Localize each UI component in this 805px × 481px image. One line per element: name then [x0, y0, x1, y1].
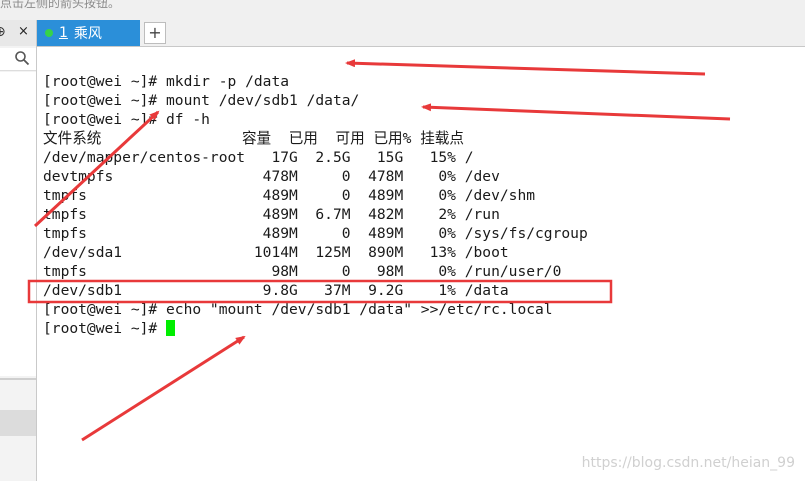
- tab-bar: 1 乘风 +: [37, 20, 805, 47]
- terminal-line: tmpfs 489M 0 489M 0% /sys/fs/cgroup: [43, 225, 588, 242]
- tab-label: 乘风: [73, 26, 102, 42]
- terminal-line: 文件系统 容量 已用 可用 已用% 挂载点: [43, 130, 464, 147]
- terminal-line: /dev/sda1 1014M 125M 890M 13% /boot: [43, 244, 509, 261]
- sidebar-header: ⊕ ×: [0, 20, 36, 46]
- terminal-screen[interactable]: [root@wei ~]# mkdir -p /data [root@wei ~…: [37, 47, 805, 481]
- terminal-line: tmpfs 489M 6.7M 482M 2% /run: [43, 206, 500, 223]
- pin-icon[interactable]: ⊕: [0, 24, 6, 40]
- tab-number: 1: [59, 25, 68, 41]
- watermark: https://blog.csdn.net/heian_99: [581, 455, 795, 471]
- new-tab-button[interactable]: +: [144, 22, 166, 44]
- sidebar-selected-item[interactable]: [0, 410, 36, 436]
- terminal-line: /dev/sdb1 9.8G 37M 9.2G 1% /data: [43, 282, 509, 299]
- session-list: [0, 72, 36, 376]
- terminal-line: [root@wei ~]# echo "mount /dev/sdb1 /dat…: [43, 301, 553, 318]
- top-hint-bar: 点击左侧的箭头按钮。: [0, 0, 805, 20]
- top-hint-text: 点击左侧的箭头按钮。: [0, 0, 121, 10]
- terminal-line: tmpfs 98M 0 98M 0% /run/user/0: [43, 263, 562, 280]
- terminal-cursor: [166, 320, 176, 336]
- prompt-text: [root@wei ~]#: [43, 320, 167, 337]
- search-icon[interactable]: [14, 50, 30, 66]
- terminal-line: devtmpfs 478M 0 478M 0% /dev: [43, 168, 500, 185]
- sidebar-search[interactable]: [0, 48, 36, 71]
- terminal-line: [root@wei ~]# mount /dev/sdb1 /data/: [43, 92, 360, 109]
- terminal-output: [root@wei ~]# mkdir -p /data [root@wei ~…: [43, 72, 588, 338]
- terminal-line: [root@wei ~]# df -h: [43, 111, 210, 128]
- terminal-prompt-line[interactable]: [root@wei ~]#: [43, 319, 588, 338]
- terminal-line: tmpfs 489M 0 489M 0% /dev/shm: [43, 187, 536, 204]
- sidebar-divider: [0, 378, 36, 380]
- terminal-line: [root@wei ~]# mkdir -p /data: [43, 73, 290, 90]
- close-icon[interactable]: ×: [18, 24, 29, 39]
- connected-status-icon: [45, 29, 53, 37]
- tab-session-1[interactable]: 1 乘风: [37, 20, 140, 46]
- session-sidebar: ⊕ ×: [0, 20, 37, 481]
- terminal-line: /dev/mapper/centos-root 17G 2.5G 15G 15%…: [43, 149, 474, 166]
